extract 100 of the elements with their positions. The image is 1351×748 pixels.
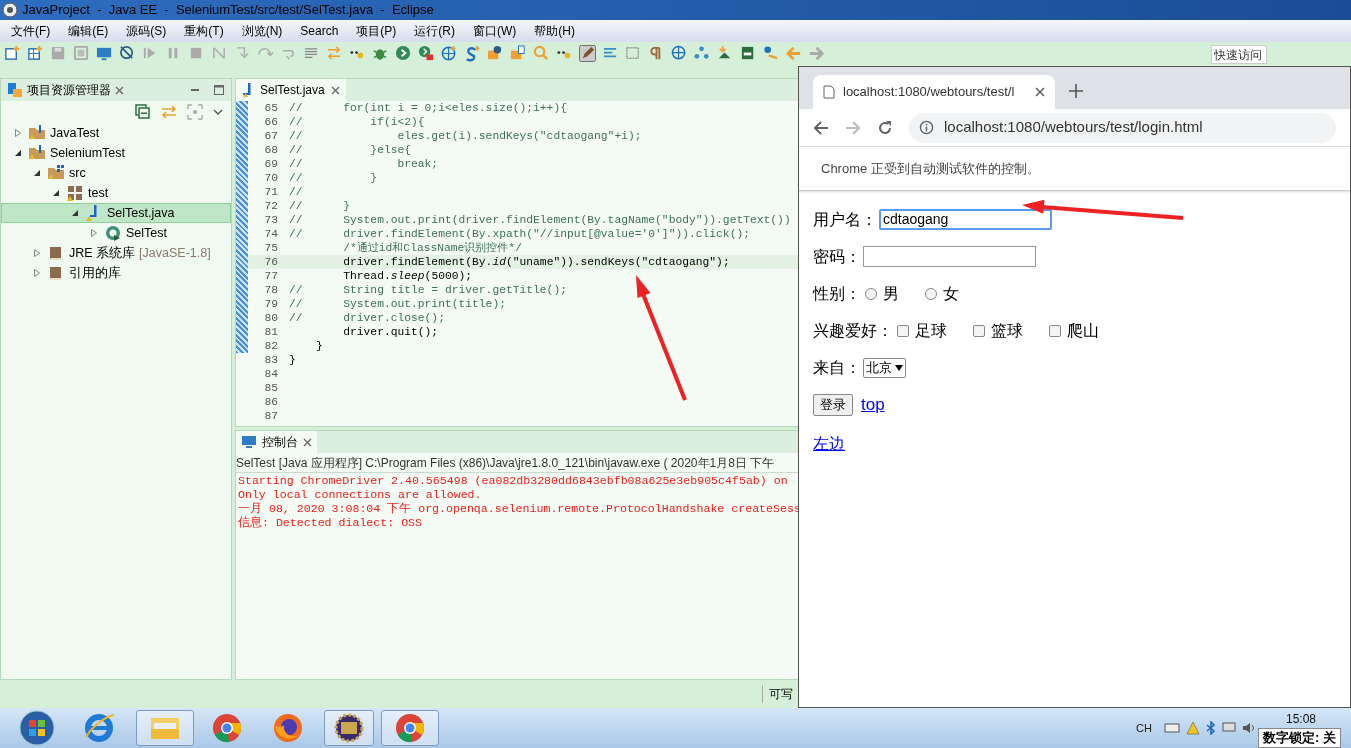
tree-item[interactable]: JavaTest — [1, 123, 231, 143]
expanded-caret-icon[interactable] — [71, 209, 79, 217]
package-icon — [66, 184, 84, 202]
spring-icon[interactable] — [464, 45, 481, 62]
code-line: // driver.findElement(By.xpath("//input[@value='0']")).click(); — [288, 227, 750, 241]
network-icon[interactable] — [694, 45, 711, 62]
checkbox[interactable] — [897, 324, 909, 337]
expanded-caret-icon[interactable] — [14, 149, 22, 157]
city-dropdown[interactable]: 北京 — [863, 357, 906, 378]
quick-access-field[interactable]: 快速访问 — [1211, 45, 1267, 64]
close-icon[interactable] — [115, 85, 124, 95]
menu-item[interactable]: 文件(F) — [2, 22, 60, 40]
maximize-icon[interactable] — [213, 84, 225, 96]
tree-item[interactable]: 引用的库 — [1, 263, 231, 283]
checkbox[interactable] — [1049, 324, 1061, 337]
tree-item-label: src — [69, 164, 86, 182]
monitor-icon[interactable] — [1221, 722, 1236, 734]
menu-item[interactable]: 帮助(H) — [525, 22, 585, 40]
keyboard-icon[interactable] — [1163, 722, 1180, 734]
top-link[interactable]: top — [861, 391, 885, 418]
browser-tab[interactable]: localhost:1080/webtours/test/l — [813, 75, 1055, 109]
reload-icon[interactable] — [877, 119, 893, 136]
collapsed-caret-icon[interactable] — [33, 249, 41, 257]
menu-item[interactable]: 重构(T) — [175, 22, 233, 40]
new-table-icon[interactable] — [27, 45, 44, 62]
collapse-all-icon[interactable] — [135, 104, 151, 120]
language-indicator[interactable]: CH — [1136, 719, 1152, 737]
collapsed-caret-icon[interactable] — [33, 269, 41, 277]
line-number: 86 — [263, 395, 279, 409]
clock[interactable]: 15:08 — [1285, 710, 1316, 728]
new-tab-icon[interactable] — [1069, 84, 1083, 98]
menu-item[interactable]: 编辑(E) — [59, 22, 118, 40]
login-button[interactable]: 登录 — [813, 393, 853, 416]
tree-item[interactable]: SelTest.java — [1, 203, 231, 223]
menu-item[interactable]: 窗口(W) — [464, 22, 526, 40]
tree-item-label: SelTest — [126, 224, 167, 242]
menu-item[interactable]: Search — [291, 22, 348, 40]
java-file-icon — [242, 82, 254, 98]
globe-icon[interactable] — [671, 45, 688, 62]
option-label: 男 — [883, 283, 899, 304]
checkbox[interactable] — [973, 324, 985, 337]
address-bar[interactable]: localhost:1080/webtours/test/login.html — [909, 112, 1336, 143]
line-number: 77 — [263, 269, 279, 283]
forward-arrow-icon[interactable] — [809, 45, 826, 62]
console-tab[interactable]: 控制台 — [236, 431, 317, 453]
collapsed-caret-icon[interactable] — [14, 129, 22, 137]
bluetooth-icon[interactable] — [1205, 721, 1216, 735]
line-number: 80 — [263, 311, 279, 325]
back-icon[interactable] — [813, 119, 829, 136]
editor-tab[interactable]: SelTest.java — [236, 79, 346, 101]
monitor-icon[interactable] — [96, 45, 113, 62]
username-field[interactable]: cdtaogang — [879, 209, 1052, 230]
browser-e-icon[interactable] — [82, 711, 116, 745]
code-line: // if(i<2){ — [288, 115, 425, 129]
warning-icon[interactable] — [1185, 721, 1200, 735]
field-label: 密码： — [813, 246, 861, 267]
tree-item[interactable]: SeleniumTest — [1, 143, 231, 163]
volume-icon[interactable] — [1241, 722, 1256, 734]
link-icon[interactable] — [161, 105, 177, 119]
expanded-caret-icon[interactable] — [52, 189, 60, 197]
chevron-down-icon[interactable] — [213, 108, 223, 116]
left-link[interactable]: 左边 — [813, 431, 845, 456]
line-number: 65 — [263, 101, 279, 115]
status-text: 可写 — [762, 685, 793, 703]
explorer-icon — [7, 82, 23, 98]
collapsed-caret-icon[interactable] — [90, 229, 98, 237]
menu-item[interactable]: 源码(S) — [117, 22, 176, 40]
pen-icon[interactable] — [579, 45, 596, 62]
line-number: 85 — [263, 381, 279, 395]
tree-item[interactable]: SelTest — [1, 223, 231, 243]
class-icon — [104, 224, 122, 242]
radio-button[interactable] — [865, 287, 877, 300]
globe-icon[interactable] — [441, 45, 458, 62]
close-icon[interactable] — [303, 437, 312, 447]
taskbar-item[interactable] — [324, 710, 374, 746]
tree-item[interactable]: src — [1, 163, 231, 183]
run-icon[interactable] — [395, 45, 412, 62]
skip-breakpoints-icon[interactable] — [119, 45, 136, 62]
menu-item[interactable]: 运行(R) — [405, 22, 465, 40]
start-button-icon[interactable] — [18, 709, 56, 747]
eclipse-logo-icon — [2, 2, 18, 18]
expanded-caret-icon[interactable] — [33, 169, 41, 177]
focus-icon[interactable] — [187, 104, 203, 120]
run-external-icon[interactable] — [418, 45, 435, 62]
menu-item[interactable]: 浏览(N) — [232, 22, 292, 40]
menu-item[interactable]: 项目(P) — [347, 22, 406, 40]
field-label: 兴趣爱好： — [813, 320, 893, 341]
close-icon[interactable] — [330, 85, 340, 95]
option-label: 足球 — [915, 320, 947, 341]
radio-button[interactable] — [925, 287, 937, 300]
save-all-icon[interactable] — [73, 45, 90, 62]
password-field[interactable] — [863, 246, 1036, 267]
close-icon[interactable] — [1035, 87, 1045, 97]
forward-icon[interactable] — [845, 119, 861, 136]
new-icon[interactable] — [4, 45, 21, 62]
code-line: driver.quit(); — [342, 325, 439, 339]
grid-icon[interactable] — [625, 45, 642, 62]
tree-item[interactable]: test — [1, 183, 231, 203]
save-icon[interactable] — [50, 45, 67, 62]
tree-item[interactable]: JRE 系统库 [JavaSE-1.8] — [1, 243, 231, 263]
